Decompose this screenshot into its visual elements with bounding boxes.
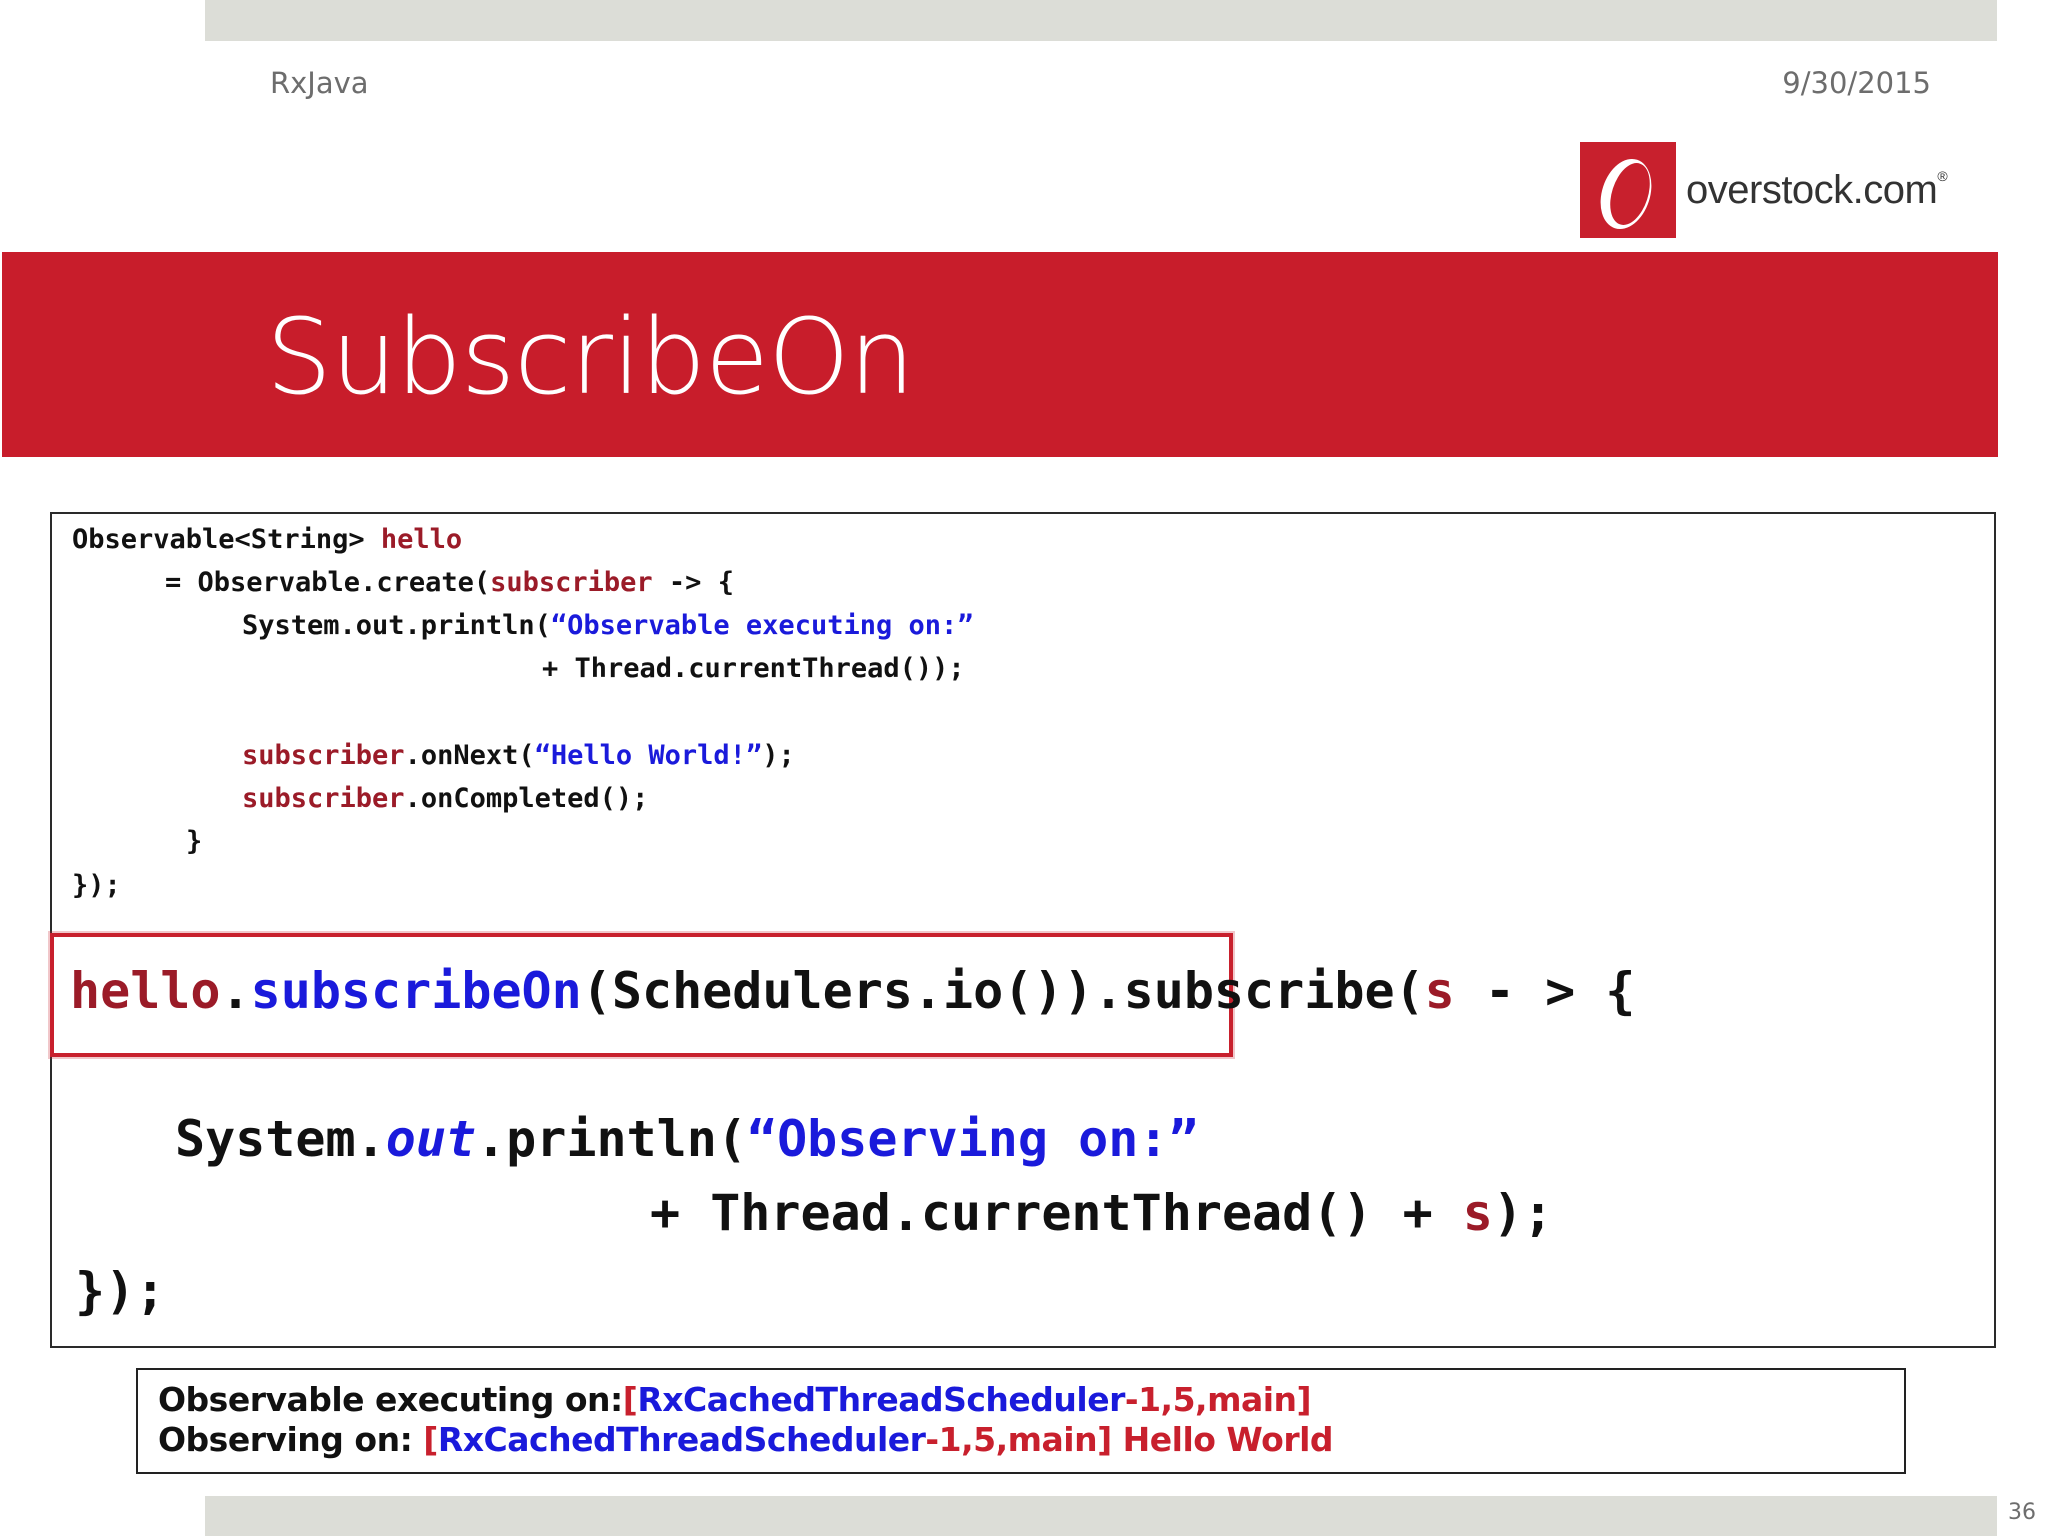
code-line: Observable<String> hello bbox=[72, 524, 463, 555]
code-line: subscriber.onCompleted(); bbox=[242, 783, 649, 814]
overstock-logo: overstock.com® bbox=[1580, 142, 1948, 238]
code-line: } bbox=[186, 826, 203, 857]
code-line: }); bbox=[72, 870, 121, 901]
page-number: 36 bbox=[2008, 1500, 2036, 1525]
code-line: System.out.println(“Observable executing… bbox=[242, 610, 974, 641]
code-line: subscriber.onNext(“Hello World!”); bbox=[242, 740, 795, 771]
code-line: + Thread.currentThread()); bbox=[542, 653, 965, 684]
header-date: 9/30/2015 bbox=[1782, 66, 1931, 100]
output-line: Observing on: [RxCachedThreadScheduler-1… bbox=[158, 1420, 1334, 1459]
code-line-large: System.out.println(“Observing on:” bbox=[175, 1110, 1199, 1168]
code-line-large: + Thread.currentThread() + s); bbox=[650, 1184, 1554, 1242]
code-line-large: }); bbox=[75, 1262, 166, 1320]
header-topic: RxJava bbox=[270, 66, 369, 100]
console-output: Observable executing on:[RxCachedThreadS… bbox=[136, 1368, 1906, 1474]
bottom-band bbox=[205, 1496, 1997, 1536]
top-band bbox=[205, 0, 1997, 41]
code-line: = Observable.create(subscriber -> { bbox=[165, 567, 734, 598]
logo-o-icon bbox=[1580, 142, 1676, 238]
slide-title: SubscribeOn bbox=[266, 296, 915, 418]
code-line-large: hello.subscribeOn(Schedulers.io()).subsc… bbox=[70, 962, 1636, 1020]
logo-text: overstock.com® bbox=[1686, 167, 1948, 212]
output-line: Observable executing on:[RxCachedThreadS… bbox=[158, 1380, 1312, 1419]
